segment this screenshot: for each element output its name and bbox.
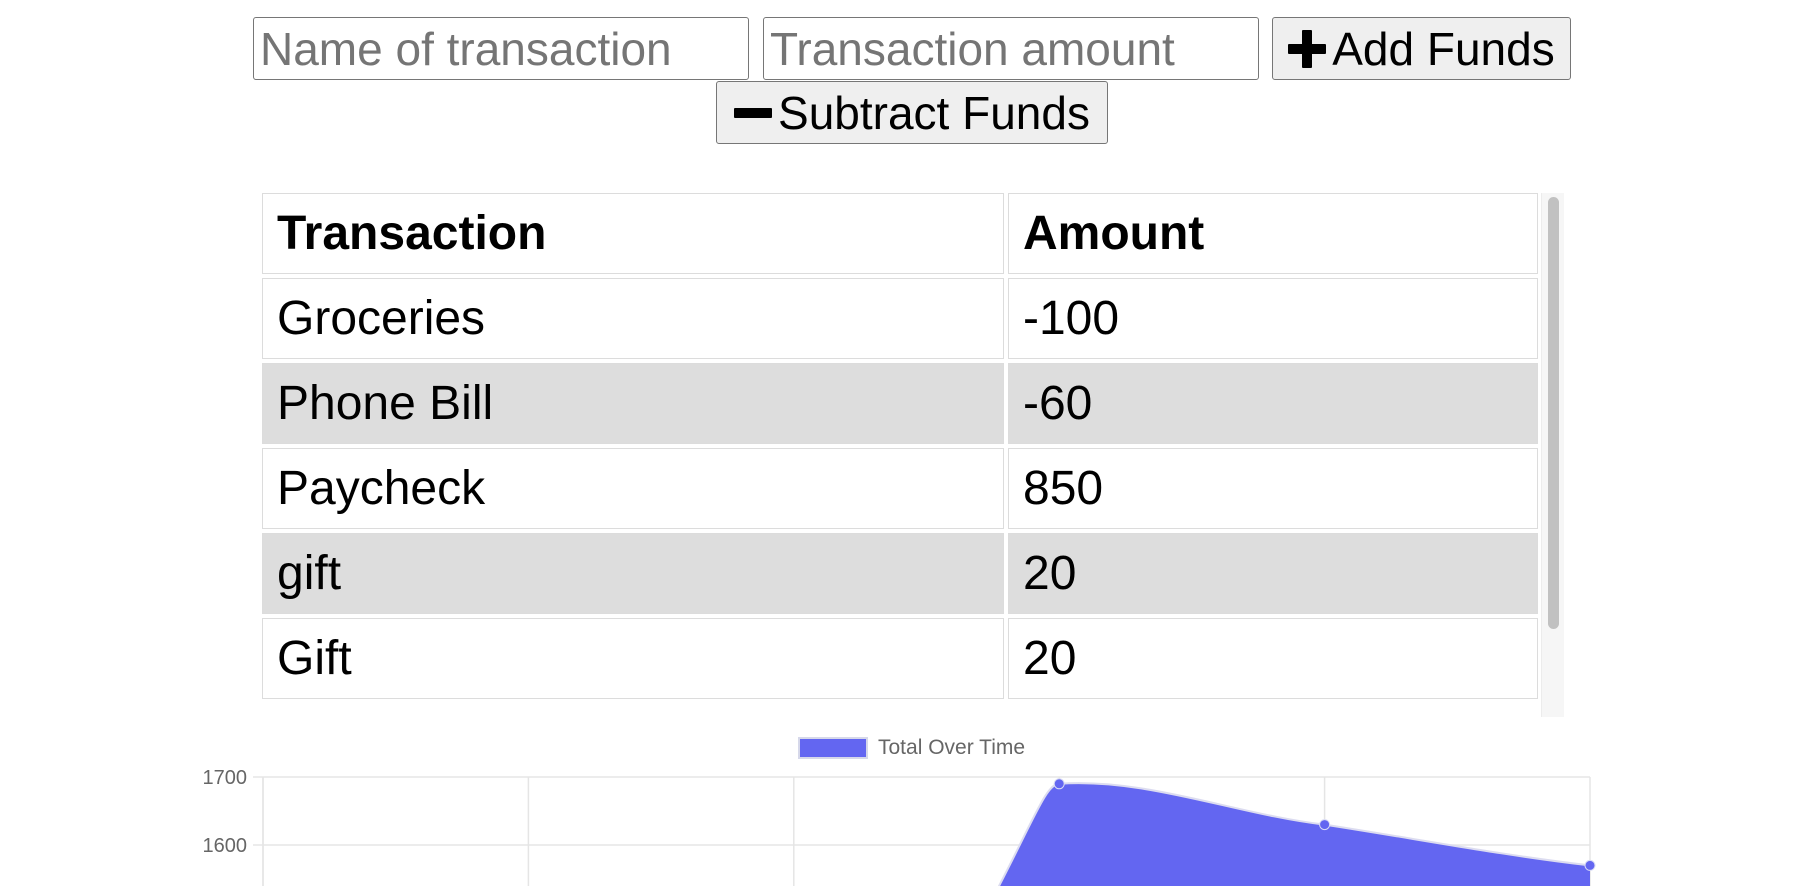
transaction-name-input[interactable] [253,17,749,80]
table-header-row: Transaction Amount [262,193,1538,274]
transaction-name-cell: Paycheck [262,448,1004,529]
transaction-amount-cell: 850 [1008,448,1538,529]
table-scrollbar-thumb[interactable] [1548,197,1559,629]
subtract-funds-label: Subtract Funds [778,86,1090,139]
transaction-amount-cell: 20 [1008,618,1538,699]
transaction-amount-cell: -60 [1008,363,1538,444]
series-point [1584,859,1596,871]
table-row: Paycheck 850 [262,448,1538,529]
transaction-amount-cell: -100 [1008,278,1538,359]
transactions-table: Transaction Amount Groceries -100 Phone … [262,193,1542,703]
table-row: gift 20 [262,533,1538,614]
table-row: Groceries -100 [262,278,1538,359]
legend-label: Total Over Time [878,736,1026,759]
add-funds-button[interactable]: Add Funds [1272,17,1571,80]
y-tick-label: 1700 [203,767,248,789]
add-funds-label: Add Funds [1332,22,1555,75]
header-transaction: Transaction [262,193,1004,274]
transaction-name-cell: Gift [262,618,1004,699]
transaction-amount-cell: 20 [1008,533,1538,614]
total-over-time-chart: 1700 1600 Total Over Time [0,718,1798,886]
table-row: Phone Bill -60 [262,363,1538,444]
legend-swatch [798,737,868,759]
series-point [1319,819,1331,831]
table-row: Gift 20 [262,618,1538,699]
table-scrollbar[interactable] [1541,193,1564,717]
header-amount: Amount [1008,193,1538,274]
series-area-total-over-time [999,783,1590,886]
y-tick-label: 1600 [203,835,248,857]
transaction-amount-input[interactable] [763,17,1259,80]
transaction-form: Add Funds Subtract Funds [0,0,1798,160]
transaction-name-cell: Phone Bill [262,363,1004,444]
transaction-name-cell: gift [262,533,1004,614]
transactions-table-container: Transaction Amount Groceries -100 Phone … [262,193,1564,717]
plus-icon [1288,29,1327,68]
subtract-funds-button[interactable]: Subtract Funds [716,81,1108,144]
minus-icon [734,94,773,132]
chart-legend[interactable]: Total Over Time [798,734,1025,762]
transaction-name-cell: Groceries [262,278,1004,359]
series-point [1053,778,1065,790]
